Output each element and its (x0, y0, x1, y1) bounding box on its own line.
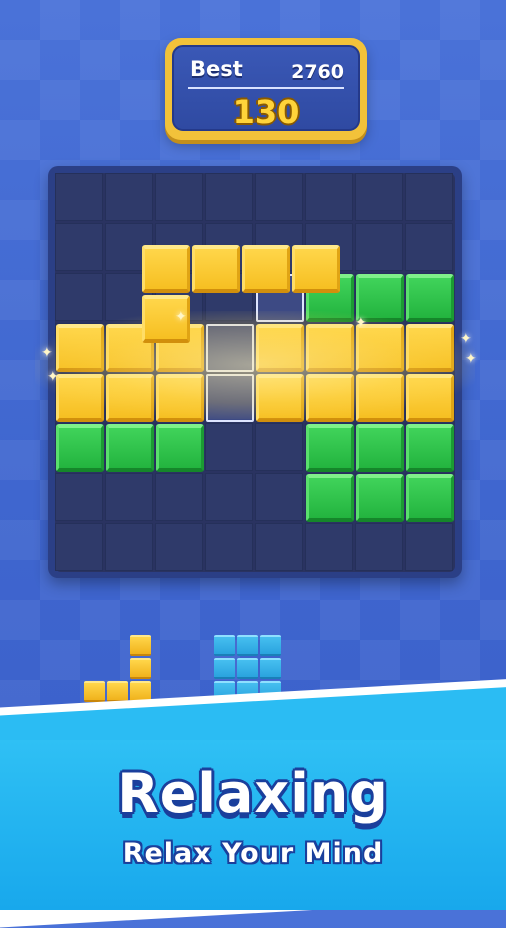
yellow-block (306, 374, 354, 422)
yellow-piece-cell (84, 681, 105, 702)
board-cell[interactable] (255, 173, 303, 221)
yellow-block (356, 374, 404, 422)
green-block (406, 424, 454, 472)
score-panel: Best 2760 130 (165, 38, 367, 140)
board-cell[interactable] (305, 173, 353, 221)
board-cell[interactable] (105, 473, 153, 521)
yellow-block (306, 324, 354, 372)
yellow-block (56, 324, 104, 372)
board-cell[interactable] (355, 173, 403, 221)
yellow-block (406, 324, 454, 372)
yellow-block (356, 324, 404, 372)
dragged-piece-block[interactable] (292, 245, 340, 293)
yellow-piece-cell (130, 658, 151, 679)
yellow-block (106, 374, 154, 422)
board-cell[interactable] (55, 273, 103, 321)
board-cell[interactable] (105, 173, 153, 221)
yellow-piece-cell (107, 681, 128, 702)
yellow-block (406, 374, 454, 422)
dragged-piece-block[interactable] (142, 245, 190, 293)
board-cell[interactable] (205, 523, 253, 571)
board-cell[interactable] (205, 423, 253, 471)
board-cell[interactable] (355, 523, 403, 571)
blue-piece-cell (214, 635, 235, 656)
green-block (306, 474, 354, 522)
dragged-piece-block[interactable] (192, 245, 240, 293)
board-cell[interactable] (105, 523, 153, 571)
green-block (56, 424, 104, 472)
board-cell[interactable] (255, 473, 303, 521)
board-cell[interactable] (205, 473, 253, 521)
game-board[interactable]: ✦ ✦ ✦ ✦ ✦ ✦ (35, 173, 477, 572)
board-cell[interactable] (155, 173, 203, 221)
yellow-block (56, 374, 104, 422)
sparkle-icon: ✦ (465, 351, 477, 367)
yellow-l-piece[interactable] (84, 635, 153, 704)
board-cell[interactable] (405, 223, 453, 271)
current-score-value: 130 (232, 93, 300, 131)
board-cell[interactable] (405, 173, 453, 221)
green-block (406, 474, 454, 522)
best-score-value: 2760 (291, 61, 344, 83)
sparkle-icon: ✦ (355, 315, 367, 331)
green-block (156, 424, 204, 472)
board-cell[interactable] (405, 523, 453, 571)
board-cell[interactable] (55, 523, 103, 571)
score-panel-inner: Best 2760 130 (172, 45, 360, 131)
blue-piece-cell (214, 658, 235, 679)
best-label: Best (190, 57, 243, 81)
yellow-piece-cell (130, 635, 151, 656)
blue-piece-cell (260, 658, 281, 679)
dragged-piece-block[interactable] (242, 245, 290, 293)
green-block (356, 474, 404, 522)
yellow-block (256, 374, 304, 422)
blue-piece-cell (237, 658, 258, 679)
green-block (306, 424, 354, 472)
yellow-block (256, 324, 304, 372)
board-cell[interactable] (255, 523, 303, 571)
blue-piece-cell (260, 635, 281, 656)
placement-preview-cell (206, 324, 254, 372)
headline-text: Relaxing (117, 762, 389, 825)
yellow-block (156, 374, 204, 422)
sparkle-icon: ✦ (460, 331, 472, 347)
blue-piece-cell (237, 635, 258, 656)
board-cell[interactable] (355, 223, 403, 271)
placement-preview-cell (206, 374, 254, 422)
sparkle-icon: ✦ (41, 345, 53, 361)
board-cell[interactable] (55, 173, 103, 221)
sparkle-icon: ✦ (175, 309, 187, 325)
subline-text: Relax Your Mind (122, 838, 384, 869)
green-block (356, 424, 404, 472)
board-cell[interactable] (55, 223, 103, 271)
green-block (106, 424, 154, 472)
board-cell[interactable] (155, 473, 203, 521)
board-cell[interactable] (205, 173, 253, 221)
board-cell[interactable] (305, 523, 353, 571)
board-cell[interactable] (155, 523, 203, 571)
green-block (406, 274, 454, 322)
board-cell[interactable] (55, 473, 103, 521)
board-cell[interactable] (255, 423, 303, 471)
sparkle-icon: ✦ (47, 369, 59, 385)
score-divider (188, 87, 344, 89)
